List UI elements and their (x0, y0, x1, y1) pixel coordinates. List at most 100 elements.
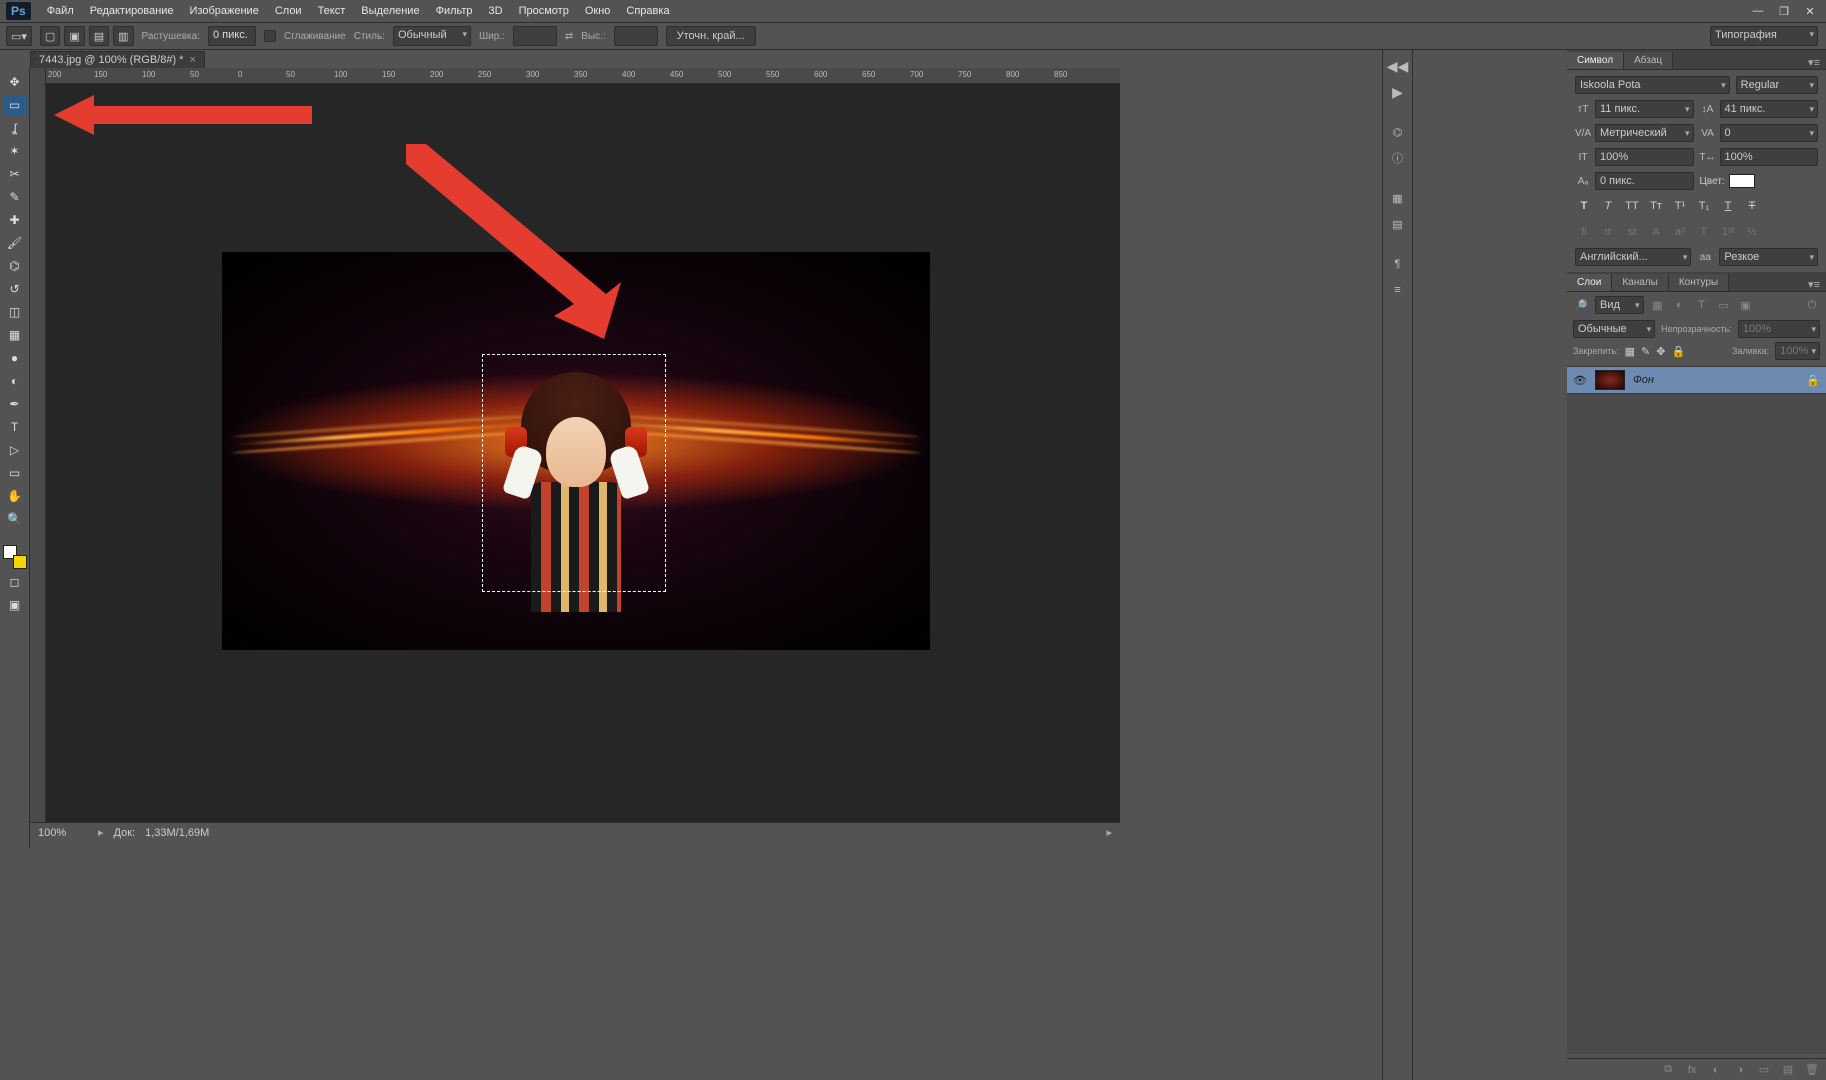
magic-wand-tool-icon[interactable]: ✶ (3, 141, 27, 161)
window-minimize-icon[interactable]: — (1748, 3, 1768, 19)
layer-mask-icon[interactable]: ◐ (1708, 1062, 1724, 1078)
blur-tool-icon[interactable]: ● (3, 348, 27, 368)
selection-intersect-icon[interactable]: ▥ (113, 26, 133, 46)
visibility-eye-icon[interactable]: 👁 (1573, 374, 1587, 387)
font-style-select[interactable]: Regular (1736, 76, 1818, 94)
selection-new-icon[interactable]: ▢ (40, 26, 60, 46)
filter-adjust-icon[interactable]: ◐ (1672, 297, 1688, 313)
menu-file[interactable]: Файл (39, 1, 82, 21)
smallcaps-button[interactable]: Tᴛ (1647, 198, 1665, 214)
filter-kind-select[interactable]: Вид (1595, 296, 1644, 314)
refine-edge-button[interactable]: Уточн. край... (666, 26, 756, 46)
filter-smart-icon[interactable]: ▣ (1738, 297, 1754, 313)
info-panel-icon[interactable]: ⓘ (1388, 148, 1408, 168)
ordinals-button[interactable]: aᵈ (1671, 224, 1689, 240)
dodge-tool-icon[interactable]: ◐ (3, 371, 27, 391)
filter-toggle-icon[interactable]: ⏻ (1804, 297, 1820, 313)
eraser-tool-icon[interactable]: ◫ (3, 302, 27, 322)
underline-button[interactable]: T (1719, 198, 1737, 214)
screen-mode-icon[interactable]: ▣ (3, 595, 27, 615)
path-selection-tool-icon[interactable]: ▷ (3, 440, 27, 460)
style-select[interactable]: Обычный (393, 26, 471, 46)
layers-list[interactable]: 👁 Фон 🔒 (1567, 366, 1826, 1054)
zoom-level[interactable]: 100% (38, 827, 88, 839)
rectangular-selection-marquee[interactable] (482, 354, 666, 592)
layer-row[interactable]: 👁 Фон 🔒 (1567, 366, 1826, 394)
tab-paragraph[interactable]: Абзац (1624, 52, 1673, 69)
italic-button[interactable]: T (1599, 198, 1617, 214)
character-styles-panel-icon[interactable]: ¶ (1388, 254, 1408, 274)
vertical-scale-input[interactable]: 100% (1595, 148, 1694, 166)
menu-image[interactable]: Изображение (182, 1, 267, 21)
window-maximize-icon[interactable]: ❐ (1774, 3, 1794, 19)
layer-name[interactable]: Фон (1633, 374, 1798, 386)
oldstyle-button[interactable]: σ (1599, 224, 1617, 240)
height-input[interactable] (614, 26, 658, 46)
lasso-tool-icon[interactable]: ʆ (3, 118, 27, 138)
feather-input[interactable]: 0 пикс. (208, 26, 256, 46)
subscript-button[interactable]: T₁ (1695, 198, 1713, 214)
layer-thumbnail[interactable] (1595, 370, 1625, 390)
strikethrough-button[interactable]: T (1743, 198, 1761, 214)
link-layers-icon[interactable]: ⧉ (1660, 1062, 1676, 1078)
brushes-panel-icon[interactable]: ⌬ (1388, 122, 1408, 142)
lock-move-icon[interactable]: ✥ (1656, 345, 1665, 358)
filter-shape-icon[interactable]: ▭ (1716, 297, 1732, 313)
language-select[interactable]: Английский... (1575, 248, 1691, 266)
type-tool-icon[interactable]: T (3, 417, 27, 437)
new-layer-icon[interactable]: ▤ (1780, 1062, 1796, 1078)
close-icon[interactable]: × (189, 54, 195, 66)
menu-help[interactable]: Справка (618, 1, 677, 21)
bold-button[interactable]: T (1575, 198, 1593, 214)
antialias-select[interactable]: Резкое (1719, 248, 1818, 266)
ligature-button[interactable]: fi (1575, 224, 1593, 240)
titling-alt-button[interactable]: A (1647, 224, 1665, 240)
clone-stamp-tool-icon[interactable]: ⌬ (3, 256, 27, 276)
expand-panels-icon[interactable]: ◀◀ (1388, 56, 1408, 76)
leading-input[interactable]: 41 пикс. (1720, 100, 1819, 118)
font-size-input[interactable]: 11 пикс. (1595, 100, 1694, 118)
selection-add-icon[interactable]: ▣ (64, 26, 84, 46)
window-close-icon[interactable]: ✕ (1800, 3, 1820, 19)
opacity-input[interactable]: 100% (1738, 320, 1820, 338)
menu-select[interactable]: Выделение (353, 1, 427, 21)
group-icon[interactable]: ▭ (1756, 1062, 1772, 1078)
document-tab[interactable]: 7443.jpg @ 100% (RGB/8#) * × (30, 51, 205, 68)
tab-paths[interactable]: Контуры (1669, 274, 1729, 291)
tracking-input[interactable]: 0 (1720, 124, 1819, 142)
tool-preset-picker[interactable]: ▭▾ (6, 26, 32, 46)
stylistic-alt-button[interactable]: st (1623, 224, 1641, 240)
eyedropper-tool-icon[interactable]: ✎ (3, 187, 27, 207)
lock-all-icon[interactable]: 🔒 (1671, 345, 1685, 358)
brush-tool-icon[interactable]: 🖌 (3, 233, 27, 253)
panel-menu-icon[interactable]: ▾≡ (1802, 56, 1826, 69)
swap-wh-icon[interactable]: ⇄ (565, 31, 573, 42)
adjustment-layer-icon[interactable]: ◑ (1732, 1062, 1748, 1078)
font-family-select[interactable]: Iskoola Pota (1575, 76, 1730, 94)
first-button[interactable]: 1ˢᵗ (1719, 224, 1737, 240)
lock-position-icon[interactable]: ✎ (1641, 345, 1650, 358)
quick-mask-icon[interactable]: ◻ (3, 572, 27, 592)
zoom-popup-icon[interactable]: ▸ (98, 826, 104, 839)
kerning-select[interactable]: Метрический (1595, 124, 1694, 142)
play-icon[interactable]: ▶ (1388, 82, 1408, 102)
antialias-checkbox[interactable] (264, 30, 276, 42)
selection-subtract-icon[interactable]: ▤ (89, 26, 109, 46)
status-popup-icon[interactable]: ▸ (1106, 826, 1112, 839)
crop-tool-icon[interactable]: ✂ (3, 164, 27, 184)
gradient-tool-icon[interactable]: ▦ (3, 325, 27, 345)
canvas-area[interactable] (46, 84, 1120, 830)
menu-filter[interactable]: Фильтр (428, 1, 481, 21)
blend-mode-select[interactable]: Обычные (1573, 320, 1655, 338)
filter-search-icon[interactable]: 🔎 (1573, 297, 1589, 313)
fill-input[interactable]: 100% (1775, 342, 1820, 360)
panel-menu-icon[interactable]: ▾≡ (1802, 278, 1826, 291)
menu-edit[interactable]: Редактирование (82, 1, 182, 21)
fractions-button[interactable]: T (1695, 224, 1713, 240)
half-button[interactable]: ½ (1743, 224, 1761, 240)
menu-view[interactable]: Просмотр (511, 1, 577, 21)
tab-layers[interactable]: Слои (1567, 274, 1612, 291)
menu-text[interactable]: Текст (310, 1, 354, 21)
healing-brush-tool-icon[interactable]: ✚ (3, 210, 27, 230)
baseline-shift-input[interactable]: 0 пикс. (1595, 172, 1694, 190)
